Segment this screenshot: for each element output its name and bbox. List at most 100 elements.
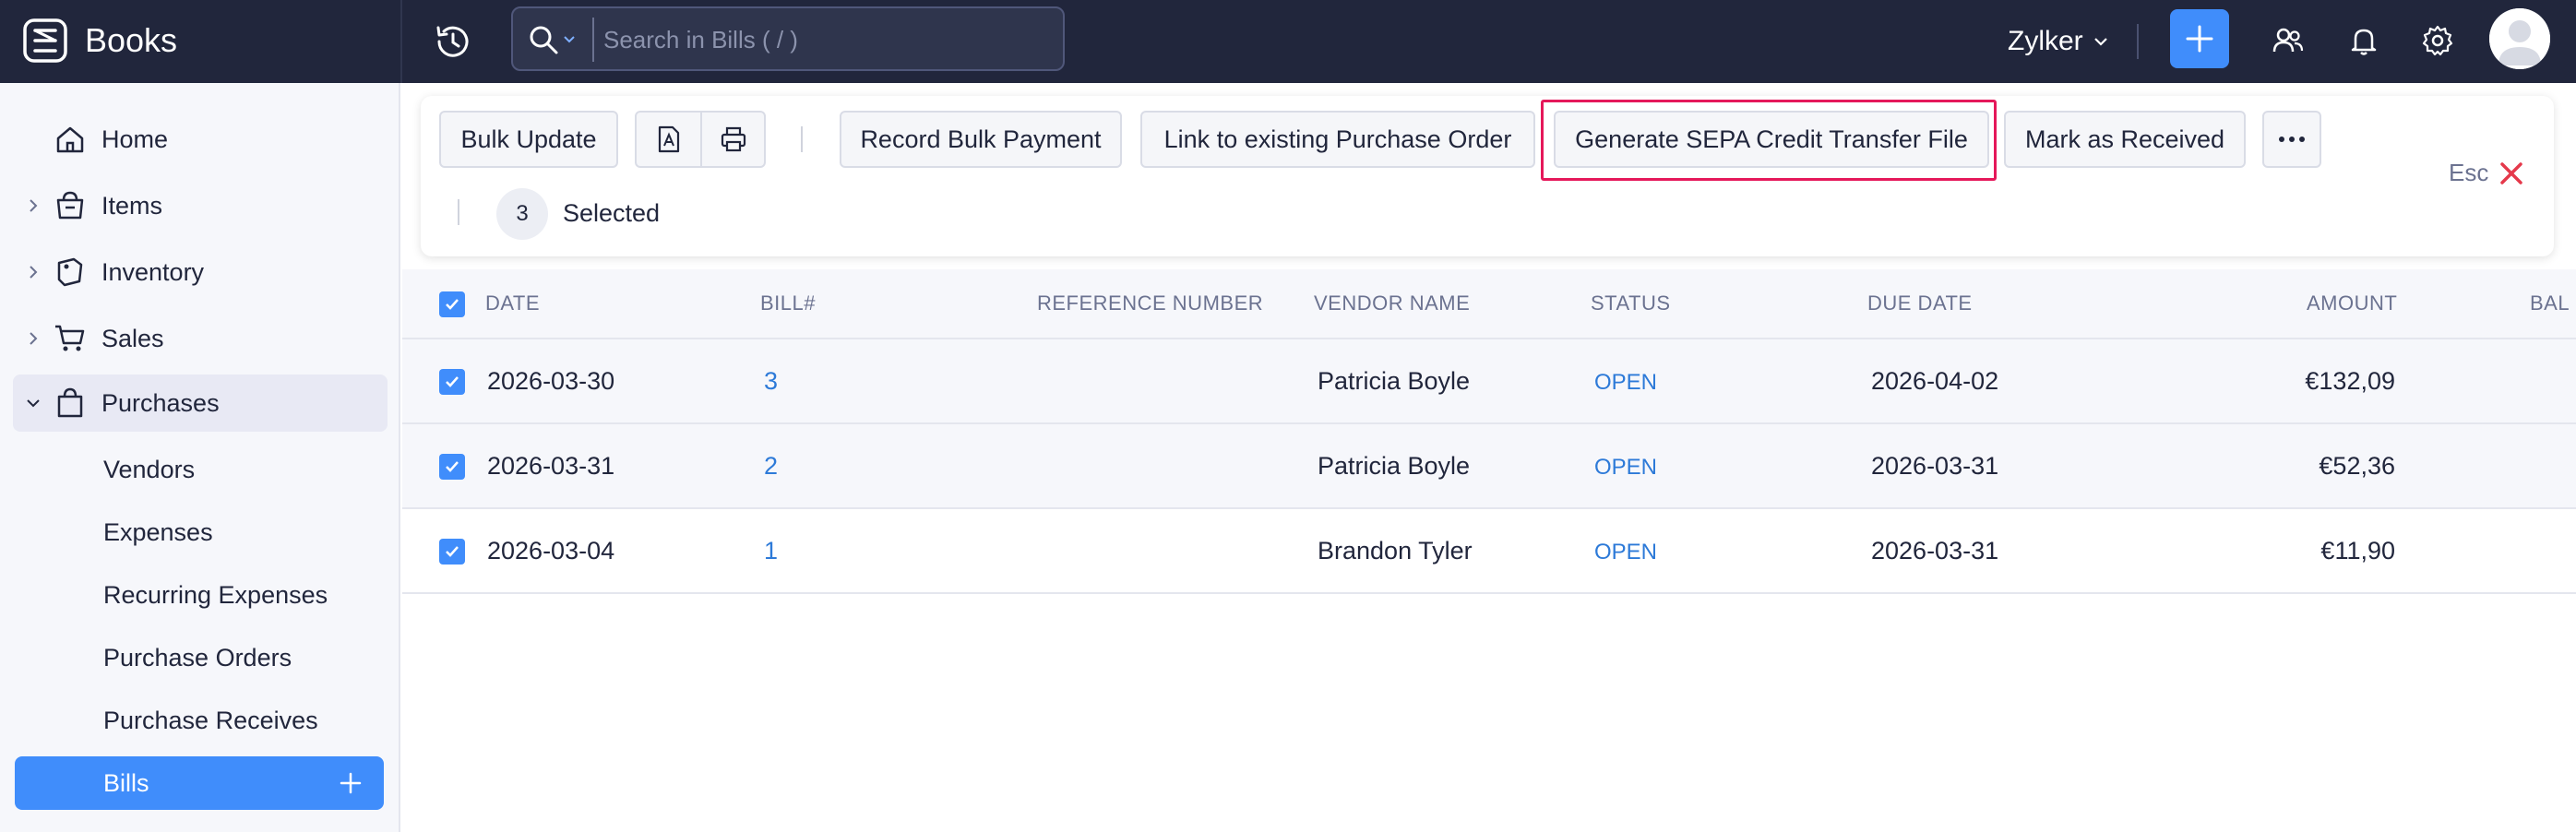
settings-button[interactable]	[2417, 20, 2458, 61]
sidebar-subitem-vendors[interactable]: Vendors	[15, 443, 384, 496]
check-icon	[446, 546, 459, 557]
search-box[interactable]	[511, 6, 1065, 71]
sidebar-item-home[interactable]: Home	[13, 111, 388, 168]
search-icon	[530, 26, 558, 54]
home-icon	[56, 126, 84, 153]
cell-date: 2026-03-04	[487, 537, 615, 565]
mark-as-received-button[interactable]: Mark as Received	[2004, 111, 2246, 168]
user-avatar-icon	[2489, 8, 2550, 69]
col-header-status[interactable]: STATUS	[1591, 291, 1671, 315]
sidebar-subitem-label: Recurring Expenses	[103, 580, 328, 609]
row-checkbox[interactable]	[439, 539, 465, 565]
sidebar: Home Items Inventory Sales Purchases Ven…	[0, 83, 400, 832]
esc-close-button[interactable]: Esc	[2449, 159, 2523, 187]
chevron-down-icon	[564, 36, 575, 43]
table-row[interactable]: 2026-03-31 2 Patricia Boyle OPEN 2026-03…	[402, 424, 2576, 509]
sidebar-subitem-label: Purchase Orders	[103, 643, 292, 672]
toolbar-divider	[458, 199, 459, 225]
cell-bill-link[interactable]: 1	[764, 537, 778, 565]
record-bulk-payment-button[interactable]: Record Bulk Payment	[840, 111, 1122, 168]
top-bar: Books Zylker	[0, 0, 2576, 83]
bag-icon	[57, 387, 83, 418]
cell-status: OPEN	[1594, 455, 1658, 480]
pdf-print-group	[635, 111, 766, 168]
search-separator	[592, 18, 594, 62]
basket-icon	[56, 191, 84, 220]
quick-create-button[interactable]	[2170, 9, 2229, 68]
col-header-amount[interactable]: AMOUNT	[2307, 291, 2397, 315]
pdf-button[interactable]	[637, 113, 700, 166]
org-name: Zylker	[2008, 26, 2083, 56]
sidebar-subitem-purchase-receives[interactable]: Purchase Receives	[15, 694, 384, 747]
cell-due-date: 2026-03-31	[1871, 452, 1999, 480]
check-icon	[446, 461, 459, 472]
chevron-down-icon	[2093, 38, 2107, 46]
topbar-divider	[400, 0, 402, 83]
table-row[interactable]: 2026-03-30 3 Patricia Boyle OPEN 2026-04…	[402, 339, 2576, 424]
col-header-due-date[interactable]: DUE DATE	[1867, 291, 1973, 315]
chevron-down-icon	[27, 399, 40, 408]
more-actions-button[interactable]	[2262, 111, 2321, 168]
sidebar-subitem-expenses[interactable]: Expenses	[15, 505, 384, 559]
cell-status: OPEN	[1594, 540, 1658, 565]
sidebar-subitem-purchase-orders[interactable]: Purchase Orders	[15, 631, 384, 684]
search-input[interactable]	[603, 18, 1046, 62]
highlight-box	[1541, 100, 1997, 181]
users-button[interactable]	[2268, 20, 2308, 61]
toolbar-divider	[801, 126, 803, 152]
recent-history-icon[interactable]	[432, 20, 474, 63]
select-all-checkbox[interactable]	[439, 291, 465, 317]
search-filter-dropdown[interactable]	[528, 23, 583, 56]
app-name: Books	[85, 21, 178, 59]
cell-due-date: 2026-03-31	[1871, 537, 1999, 565]
col-header-bill[interactable]: BILL#	[760, 291, 816, 315]
link-purchase-order-button[interactable]: Link to existing Purchase Order	[1140, 111, 1535, 168]
cell-amount: €132,09	[2305, 367, 2395, 395]
cell-bill-link[interactable]: 3	[764, 367, 778, 396]
check-icon	[446, 299, 459, 310]
cell-date: 2026-03-31	[487, 452, 615, 480]
sidebar-item-sales[interactable]: Sales	[13, 310, 388, 367]
table-row[interactable]: 2026-03-04 1 Brandon Tyler OPEN 2026-03-…	[402, 509, 2576, 594]
add-bill-plus-icon[interactable]	[338, 770, 364, 796]
selected-count-badge: 3	[496, 188, 548, 240]
col-header-vendor[interactable]: VENDOR NAME	[1314, 291, 1470, 315]
sidebar-item-purchases[interactable]: Purchases	[13, 374, 388, 432]
col-header-balance[interactable]: BAL	[2530, 291, 2570, 315]
selected-label: Selected	[563, 199, 661, 227]
row-checkbox[interactable]	[439, 454, 465, 480]
cell-bill-link[interactable]: 2	[764, 452, 778, 481]
sidebar-item-label: Home	[101, 125, 169, 153]
sidebar-item-inventory[interactable]: Inventory	[13, 244, 388, 301]
cell-due-date: 2026-04-02	[1871, 367, 1999, 395]
cell-date: 2026-03-30	[487, 367, 615, 395]
inventory-icon	[57, 257, 83, 287]
bulk-update-button[interactable]: Bulk Update	[439, 111, 618, 168]
col-header-date[interactable]: DATE	[485, 291, 540, 315]
cell-vendor: Patricia Boyle	[1318, 452, 1471, 480]
cell-vendor: Brandon Tyler	[1318, 537, 1473, 565]
chevron-right-icon	[30, 332, 38, 345]
cart-icon	[55, 325, 85, 351]
users-icon	[2272, 28, 2304, 53]
more-icon	[2279, 137, 2305, 142]
bell-icon	[2351, 29, 2377, 55]
chevron-right-icon	[30, 199, 38, 212]
sidebar-item-items[interactable]: Items	[13, 177, 388, 234]
col-header-reference[interactable]: REFERENCE NUMBER	[1037, 291, 1263, 315]
books-logo-icon	[23, 18, 67, 63]
sidebar-item-label: Inventory	[101, 257, 205, 286]
cell-amount: €52,36	[2319, 452, 2395, 480]
print-button[interactable]	[700, 113, 764, 166]
row-checkbox[interactable]	[439, 369, 465, 395]
plus-icon	[2186, 25, 2213, 53]
sidebar-item-label: Sales	[101, 324, 164, 352]
notifications-button[interactable]	[2343, 20, 2384, 61]
sidebar-subitem-label: Expenses	[103, 517, 213, 546]
org-switcher[interactable]: Zylker	[2008, 22, 2109, 61]
avatar[interactable]	[2489, 8, 2550, 69]
printer-icon	[721, 126, 745, 152]
brand[interactable]: Books	[22, 13, 177, 68]
sidebar-subitem-recurring-expenses[interactable]: Recurring Expenses	[15, 568, 384, 622]
sidebar-subitem-bills[interactable]: Bills	[15, 756, 384, 810]
